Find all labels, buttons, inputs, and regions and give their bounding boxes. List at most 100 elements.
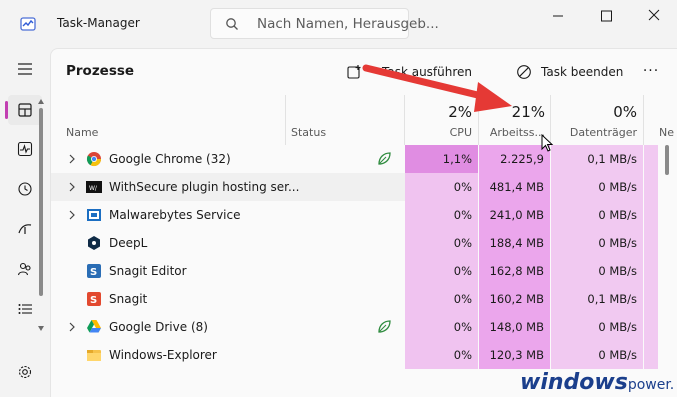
- memory-cell: 160,2 MB: [479, 285, 550, 313]
- users-icon: [17, 262, 31, 276]
- search-input[interactable]: Nach Namen, Herausgeb...: [257, 16, 439, 32]
- cpu-cell: 0%: [405, 285, 478, 313]
- sidebar-item-settings[interactable]: [8, 357, 42, 387]
- explorer-icon: [87, 350, 101, 361]
- sidebar-item-performance[interactable]: [8, 134, 42, 164]
- column-header-network[interactable]: Ne: [659, 126, 674, 139]
- disk-cell: 0 MB/s: [551, 201, 643, 229]
- disk-cell: 0 MB/s: [551, 229, 643, 257]
- hamburger-icon[interactable]: [8, 54, 42, 84]
- network-cell: [644, 145, 658, 173]
- column-header-status[interactable]: Status: [291, 126, 326, 139]
- malwarebytes-icon: [87, 209, 101, 221]
- deepl-icon: [88, 236, 100, 250]
- process-name: Google Drive (8): [109, 320, 208, 334]
- memory-cell: 2.225,9 MB: [479, 145, 550, 194]
- cpu-cell: 0%: [405, 341, 478, 369]
- watermark-logo: windowspower.: [520, 370, 674, 395]
- processes-icon: [18, 103, 32, 117]
- column-header-name[interactable]: Name: [66, 126, 98, 139]
- chevron-right-icon[interactable]: [68, 210, 76, 220]
- more-options-button[interactable]: ···: [640, 60, 662, 82]
- title-bar: Task-Manager Nach Namen, Herausgeb...: [0, 0, 677, 48]
- column-header-memory[interactable]: Arbeitss...: [478, 126, 545, 139]
- svg-text:W/: W/: [89, 185, 98, 192]
- efficiency-mode-icon: [378, 320, 391, 333]
- chevron-right-icon[interactable]: [68, 182, 76, 192]
- column-header-disk[interactable]: Datenträger: [550, 126, 637, 139]
- memory-cell: 188,4 MB: [479, 229, 550, 257]
- memory-cell: 241,0 MB: [479, 201, 550, 229]
- app-history-icon: [18, 182, 32, 196]
- column-separator: [285, 95, 286, 145]
- network-cell: [644, 173, 658, 201]
- mouse-cursor-icon: [541, 134, 554, 152]
- process-name: Malwarebytes Service: [109, 208, 241, 222]
- cpu-cell: 1,1%: [405, 145, 478, 173]
- settings-icon: [18, 365, 32, 379]
- svg-text:S: S: [90, 295, 97, 306]
- close-button[interactable]: [634, 6, 674, 26]
- disk-cell: 0 MB/s: [551, 257, 643, 285]
- scroll-down-icon[interactable]: [37, 324, 45, 332]
- startup-apps-icon: [18, 224, 32, 234]
- cpu-cell: 0%: [405, 173, 478, 201]
- disk-cell: 0 MB/s: [551, 313, 643, 341]
- search-icon: [226, 18, 238, 30]
- network-cell: [644, 201, 658, 229]
- sidebar-item-details[interactable]: [8, 294, 42, 324]
- app-title: Task-Manager: [57, 16, 140, 30]
- network-cell: [644, 285, 658, 313]
- sidebar-item-app-history[interactable]: [8, 174, 42, 204]
- cpu-cell: 0%: [405, 229, 478, 257]
- chrome-icon: [86, 152, 102, 167]
- chevron-right-icon[interactable]: [68, 322, 76, 332]
- disk-cell: 0,1 MB/s: [551, 285, 643, 313]
- cpu-cell: 0%: [405, 257, 478, 285]
- efficiency-mode-icon: [378, 152, 391, 165]
- scroll-up-icon[interactable]: [37, 98, 45, 106]
- memory-cell: 162,8 MB: [479, 257, 550, 285]
- process-name: Google Chrome (32): [109, 152, 231, 166]
- performance-icon: [17, 141, 33, 157]
- end-task-button[interactable]: Task beenden: [516, 60, 623, 84]
- process-name: Snagit: [109, 292, 148, 306]
- sidebar-item-users[interactable]: [8, 254, 42, 284]
- list-scrollbar[interactable]: [665, 145, 669, 175]
- memory-cell: 120,3 MB: [479, 341, 550, 369]
- cpu-cell: 0%: [405, 313, 478, 341]
- annotation-arrow-icon: [362, 64, 512, 112]
- minimize-button[interactable]: [538, 6, 578, 26]
- search-box[interactable]: Nach Namen, Herausgeb...: [210, 8, 439, 39]
- disk-cell: 0,1 MB/s: [551, 145, 643, 173]
- end-task-label: Task beenden: [541, 65, 624, 79]
- disk-cell: 0 MB/s: [551, 173, 643, 201]
- page-title: Prozesse: [66, 63, 135, 79]
- process-name: DeepL: [109, 236, 148, 250]
- network-cell: [644, 341, 658, 369]
- svg-text:S: S: [90, 267, 97, 278]
- google-drive-icon: [87, 320, 101, 333]
- sidebar-item-startup[interactable]: [8, 214, 42, 244]
- network-cell: [644, 229, 658, 257]
- disk-total: 0%: [613, 103, 637, 121]
- details-icon: [18, 304, 32, 314]
- memory-cell: 481,4 MB: [479, 173, 550, 201]
- cpu-cell: 0%: [405, 201, 478, 229]
- memory-cell: 148,0 MB: [479, 313, 550, 341]
- network-cell: [644, 313, 658, 341]
- maximize-button[interactable]: [586, 6, 626, 26]
- watermark-suffix: power.: [627, 377, 675, 393]
- process-name: Snagit Editor: [109, 264, 187, 278]
- disk-cell: 0 MB/s: [551, 341, 643, 369]
- process-name: Windows-Explorer: [109, 348, 217, 362]
- column-separator: [643, 95, 644, 145]
- snagit-icon: S: [87, 292, 101, 306]
- network-cell: [644, 257, 658, 285]
- task-manager-icon: [20, 17, 36, 31]
- process-name: WithSecure plugin hosting ser...: [109, 180, 300, 194]
- chevron-right-icon[interactable]: [68, 154, 76, 164]
- column-header-cpu[interactable]: CPU: [404, 126, 472, 139]
- sidebar-scrollbar[interactable]: [39, 108, 43, 296]
- active-indicator: [5, 101, 8, 119]
